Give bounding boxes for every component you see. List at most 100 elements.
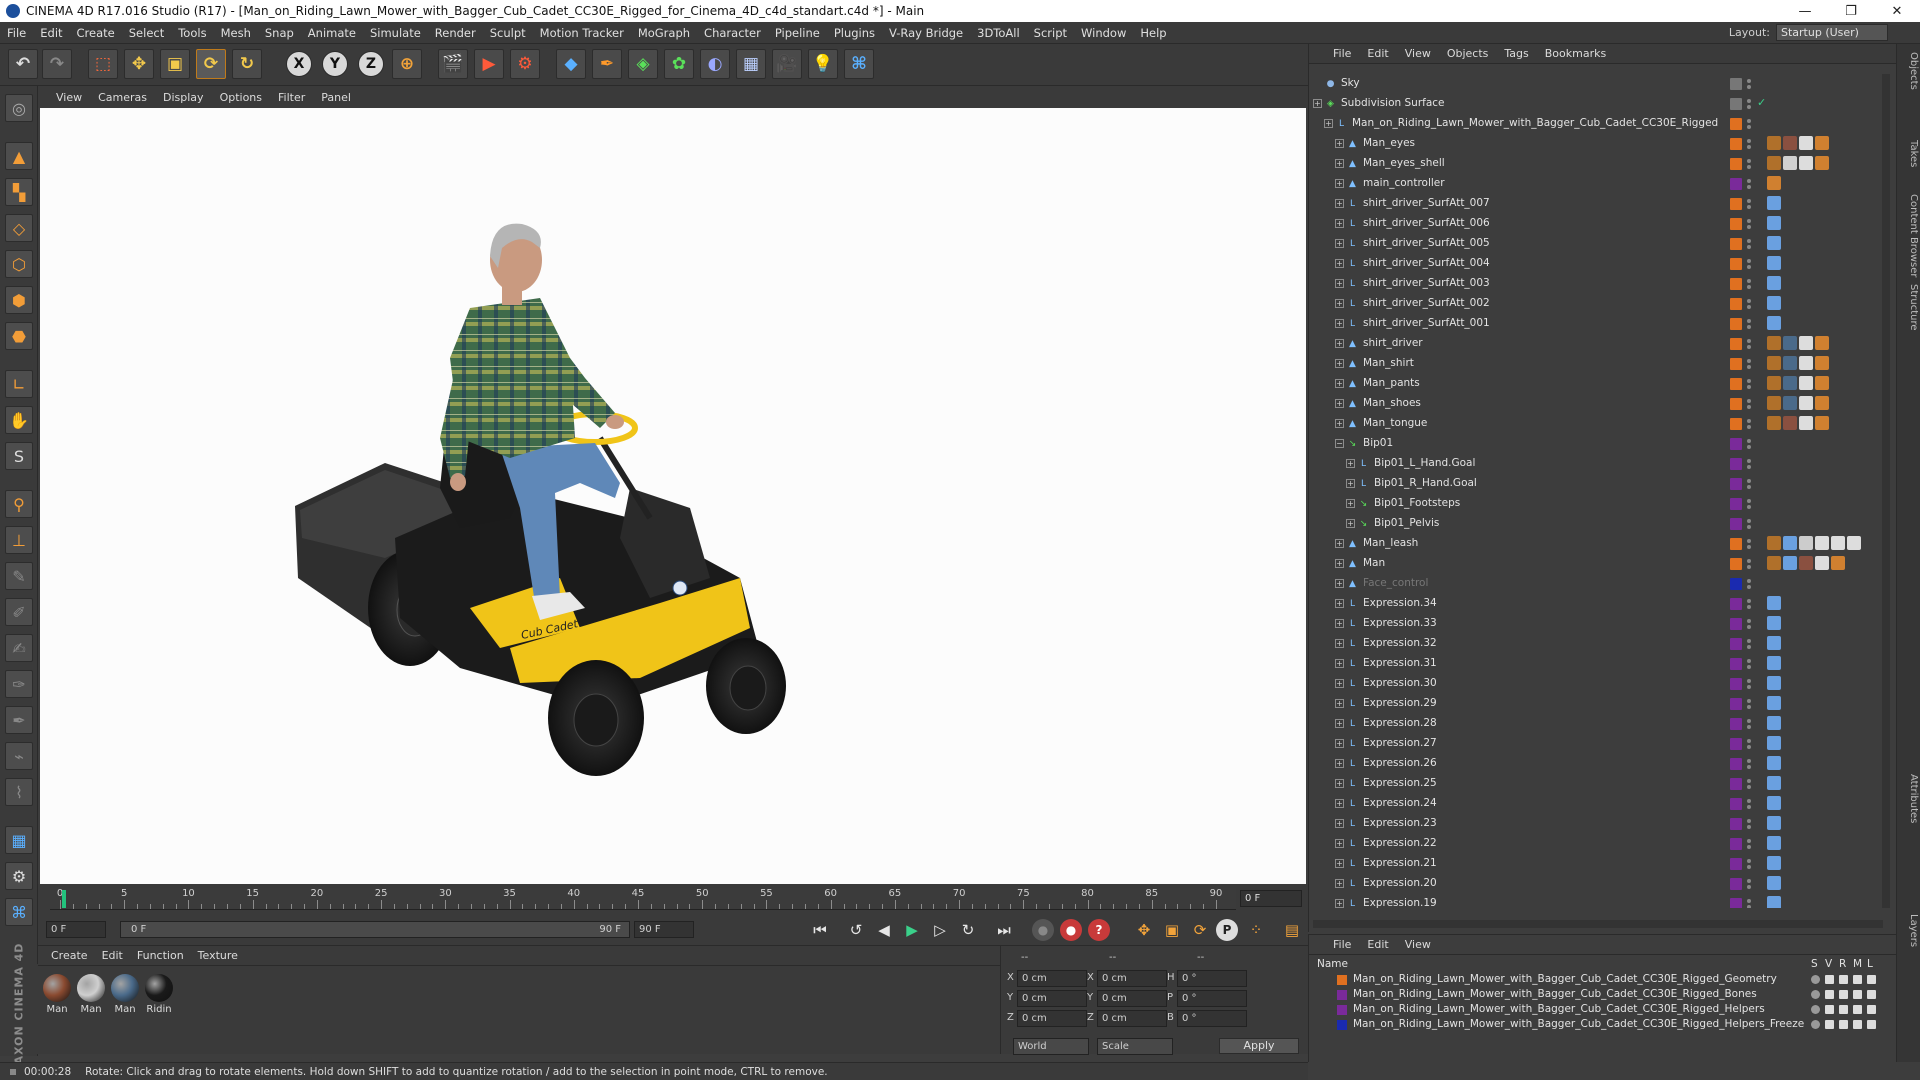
layer-color-swatch[interactable] bbox=[1337, 975, 1347, 985]
object-row[interactable]: + L Expression.22 bbox=[1309, 834, 1889, 854]
timeline-window-icon[interactable]: ▤ bbox=[1280, 919, 1304, 941]
render-picture-viewer-icon[interactable]: ▶ bbox=[474, 49, 504, 79]
sculpt-brush-icon[interactable]: ✎ bbox=[5, 562, 33, 590]
menu-window[interactable]: Window bbox=[1074, 26, 1133, 40]
editor-visibility-dot[interactable] bbox=[1747, 319, 1751, 323]
object-tag-icon[interactable] bbox=[1815, 536, 1829, 550]
layer-color-swatch[interactable] bbox=[1730, 118, 1742, 130]
object-tag-icon[interactable] bbox=[1767, 376, 1781, 390]
layer-color-swatch[interactable] bbox=[1730, 778, 1742, 790]
checker-lock-icon[interactable]: ▦ bbox=[5, 826, 33, 854]
render-visibility-dot[interactable] bbox=[1747, 225, 1751, 229]
object-row[interactable]: + ▲ shirt_driver bbox=[1309, 334, 1889, 354]
object-menu-file[interactable]: File bbox=[1325, 47, 1359, 60]
editor-visibility-dot[interactable] bbox=[1747, 819, 1751, 823]
current-frame-field[interactable]: 0 F bbox=[1240, 890, 1302, 907]
layer-render-icon[interactable] bbox=[1839, 975, 1848, 984]
editor-visibility-dot[interactable] bbox=[1747, 339, 1751, 343]
render-view-icon[interactable]: 🎬 bbox=[438, 49, 468, 79]
layer-color-swatch[interactable] bbox=[1730, 718, 1742, 730]
object-row[interactable]: + ▲ Man_eyes bbox=[1309, 134, 1889, 154]
points-mode-icon[interactable]: ⬡ bbox=[5, 250, 33, 278]
object-tag-icon[interactable] bbox=[1799, 336, 1813, 350]
material-swatch[interactable]: Man bbox=[76, 974, 106, 1015]
render-visibility-dot[interactable] bbox=[1747, 625, 1751, 629]
object-tag-icon[interactable] bbox=[1783, 556, 1797, 570]
expand-toggle-icon[interactable]: + bbox=[1346, 519, 1355, 528]
layer-manager-icon[interactable] bbox=[1853, 1005, 1862, 1014]
coord-position-field[interactable]: 0 cm bbox=[1017, 1010, 1087, 1027]
object-tag-icon[interactable] bbox=[1767, 536, 1781, 550]
layer-color-swatch[interactable] bbox=[1337, 990, 1347, 1000]
edges-mode-icon[interactable]: ⬢ bbox=[5, 286, 33, 314]
object-row[interactable]: + L Expression.23 bbox=[1309, 814, 1889, 834]
object-tag-icon[interactable] bbox=[1767, 876, 1781, 890]
menu-mesh[interactable]: Mesh bbox=[214, 26, 258, 40]
editor-visibility-dot[interactable] bbox=[1747, 119, 1751, 123]
layer-color-swatch[interactable] bbox=[1730, 438, 1742, 450]
editor-visibility-dot[interactable] bbox=[1747, 399, 1751, 403]
object-tag-icon[interactable] bbox=[1799, 356, 1813, 370]
object-tag-icon[interactable] bbox=[1831, 536, 1845, 550]
object-tag-icon[interactable] bbox=[1767, 136, 1781, 150]
key-rotate-icon[interactable]: ⟳ bbox=[1188, 919, 1212, 941]
object-tag-icon[interactable] bbox=[1799, 556, 1813, 570]
layer-color-swatch[interactable] bbox=[1730, 698, 1742, 710]
layer-row[interactable]: Man_on_Riding_Lawn_Mower_with_Bagger_Cub… bbox=[1309, 1002, 1897, 1017]
render-visibility-dot[interactable] bbox=[1747, 285, 1751, 289]
layer-lock-icon[interactable] bbox=[1867, 1020, 1876, 1029]
expand-toggle-icon[interactable]: + bbox=[1335, 259, 1344, 268]
object-row[interactable]: + L Man_on_Riding_Lawn_Mower_with_Bagger_C… bbox=[1309, 114, 1889, 134]
coord-scale-select[interactable]: Scale bbox=[1097, 1038, 1173, 1055]
expand-toggle-icon[interactable]: + bbox=[1335, 899, 1344, 908]
live-selection-icon[interactable]: ⬚ bbox=[88, 49, 118, 79]
floor-icon[interactable]: ▦ bbox=[736, 49, 766, 79]
editor-visibility-dot[interactable] bbox=[1747, 879, 1751, 883]
object-row[interactable]: + ↘ Bip01_Footsteps bbox=[1309, 494, 1889, 514]
layer-visible-icon[interactable] bbox=[1825, 1005, 1834, 1014]
editor-visibility-dot[interactable] bbox=[1747, 239, 1751, 243]
editor-visibility-dot[interactable] bbox=[1747, 839, 1751, 843]
expand-toggle-icon[interactable]: + bbox=[1335, 819, 1344, 828]
layer-color-swatch[interactable] bbox=[1730, 678, 1742, 690]
expand-toggle-icon[interactable]: + bbox=[1335, 639, 1344, 648]
coord-position-field[interactable]: 0 cm bbox=[1017, 970, 1087, 987]
menu-help[interactable]: Help bbox=[1133, 26, 1173, 40]
material-menu-edit[interactable]: Edit bbox=[95, 949, 130, 962]
z-axis-lock-icon[interactable]: Z bbox=[358, 51, 384, 77]
render-visibility-dot[interactable] bbox=[1747, 565, 1751, 569]
layer-color-swatch[interactable] bbox=[1730, 298, 1742, 310]
expand-toggle-icon[interactable]: + bbox=[1335, 699, 1344, 708]
menu-script[interactable]: Script bbox=[1027, 26, 1074, 40]
layer-color-swatch[interactable] bbox=[1730, 858, 1742, 870]
layer-lock-icon[interactable] bbox=[1867, 975, 1876, 984]
coord-rotation-field[interactable]: 0 ° bbox=[1177, 1010, 1247, 1027]
editor-visibility-dot[interactable] bbox=[1747, 99, 1751, 103]
snap-icon[interactable]: S bbox=[5, 442, 33, 470]
object-tag-icon[interactable] bbox=[1815, 336, 1829, 350]
expand-toggle-icon[interactable]: + bbox=[1335, 659, 1344, 668]
expand-toggle-icon[interactable]: + bbox=[1335, 159, 1344, 168]
python-script-icon[interactable]: ⌘ bbox=[5, 898, 33, 926]
menu-v-ray-bridge[interactable]: V-Ray Bridge bbox=[882, 26, 970, 40]
object-tag-icon[interactable] bbox=[1767, 796, 1781, 810]
python-icon[interactable]: ⌘ bbox=[844, 49, 874, 79]
expand-toggle-icon[interactable]: + bbox=[1335, 759, 1344, 768]
layer-manager-icon[interactable] bbox=[1853, 1020, 1862, 1029]
object-tag-icon[interactable] bbox=[1767, 416, 1781, 430]
rotate-icon[interactable]: ⟳ bbox=[196, 49, 226, 79]
object-row[interactable]: + ▲ Man_shirt bbox=[1309, 354, 1889, 374]
menu-character[interactable]: Character bbox=[697, 26, 768, 40]
object-menu-bookmarks[interactable]: Bookmarks bbox=[1537, 47, 1614, 60]
object-row[interactable]: + Lshirt_driver_SurfAtt_001 bbox=[1309, 314, 1889, 334]
recent-tools-icon[interactable]: ↻ bbox=[232, 49, 262, 79]
object-tag-icon[interactable] bbox=[1783, 356, 1797, 370]
expand-toggle-icon[interactable]: + bbox=[1346, 479, 1355, 488]
editor-visibility-dot[interactable] bbox=[1747, 559, 1751, 563]
layer-color-swatch[interactable] bbox=[1730, 258, 1742, 270]
menu-select[interactable]: Select bbox=[122, 26, 171, 40]
object-tag-icon[interactable] bbox=[1767, 156, 1781, 170]
viewport-menu-view[interactable]: View bbox=[48, 91, 90, 104]
pen-spline-icon[interactable]: ✒ bbox=[592, 49, 622, 79]
expand-toggle-icon[interactable]: + bbox=[1335, 839, 1344, 848]
